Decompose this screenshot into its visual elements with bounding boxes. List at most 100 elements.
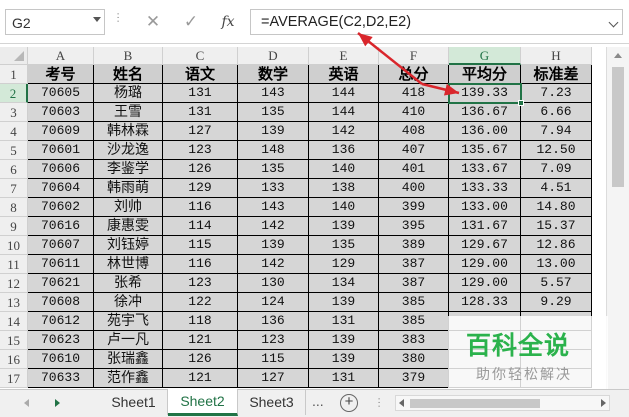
table-cell[interactable]: 128.33 (449, 293, 521, 312)
header-cell[interactable]: 标准差 (521, 65, 592, 84)
table-cell[interactable]: 韩林霖 (94, 122, 163, 141)
table-cell[interactable]: 127 (163, 122, 238, 141)
column-header-c[interactable]: C (163, 47, 238, 65)
table-cell[interactable]: 140 (309, 198, 379, 217)
table-cell[interactable]: 70603 (28, 103, 94, 122)
table-cell[interactable]: 范作鑫 (94, 369, 163, 388)
table-cell[interactable]: 13.00 (521, 255, 592, 274)
table-cell[interactable]: 134 (309, 274, 379, 293)
row-header-13[interactable]: 13 (0, 293, 28, 312)
fill-handle[interactable] (518, 100, 524, 106)
table-cell[interactable]: 70633 (28, 369, 94, 388)
table-cell[interactable]: 70607 (28, 236, 94, 255)
expand-formula-bar-icon[interactable] (608, 17, 619, 28)
tab-sheet1[interactable]: Sheet1 (100, 390, 168, 415)
table-cell[interactable]: 15.37 (521, 217, 592, 236)
table-cell[interactable]: 131 (309, 369, 379, 388)
column-header-a[interactable]: A (28, 47, 94, 65)
header-cell[interactable]: 姓名 (94, 65, 163, 84)
table-cell[interactable]: 4.51 (521, 179, 592, 198)
table-cell[interactable]: 刘钰婷 (94, 236, 163, 255)
row-header-8[interactable]: 8 (0, 198, 28, 217)
column-header-f[interactable]: F (379, 47, 449, 65)
more-sheets-button[interactable]: ... (312, 393, 324, 409)
name-box[interactable]: G2 (5, 9, 105, 35)
table-cell[interactable]: 70610 (28, 350, 94, 369)
table-cell[interactable]: 131.67 (449, 217, 521, 236)
table-cell[interactable]: 383 (379, 331, 449, 350)
table-cell[interactable]: 133.67 (449, 160, 521, 179)
table-cell[interactable]: 142 (238, 255, 309, 274)
table-cell[interactable]: 143 (238, 198, 309, 217)
table-cell[interactable]: 林世博 (94, 255, 163, 274)
table-cell[interactable]: 410 (379, 103, 449, 122)
add-sheet-icon[interactable]: + (340, 394, 358, 412)
column-header-h[interactable]: H (521, 47, 592, 65)
table-cell[interactable]: 135 (238, 160, 309, 179)
table-cell[interactable]: 131 (163, 103, 238, 122)
table-cell[interactable]: 138 (309, 179, 379, 198)
table-cell[interactable]: 123 (163, 141, 238, 160)
column-header-e[interactable]: E (309, 47, 379, 65)
table-cell[interactable]: 杨璐 (94, 84, 163, 103)
row-header-14[interactable]: 14 (0, 312, 28, 331)
row-header-4[interactable]: 4 (0, 122, 28, 141)
table-cell[interactable]: 70606 (28, 160, 94, 179)
table-cell[interactable]: 118 (163, 312, 238, 331)
horizontal-scrollbar[interactable] (395, 395, 610, 411)
table-cell[interactable]: 139 (238, 236, 309, 255)
drag-handle-icon[interactable]: ··· (112, 12, 124, 23)
table-cell[interactable]: 129.00 (449, 255, 521, 274)
row-header-1[interactable]: 1 (0, 65, 28, 84)
table-cell[interactable]: 135.67 (449, 141, 521, 160)
table-cell[interactable]: 408 (379, 122, 449, 141)
table-cell[interactable]: 126 (163, 160, 238, 179)
table-cell[interactable]: 康惠雯 (94, 217, 163, 236)
header-cell[interactable]: 英语 (309, 65, 379, 84)
tab-splitter-icon[interactable]: ··· (373, 397, 385, 408)
row-header-3[interactable]: 3 (0, 103, 28, 122)
table-cell[interactable]: 144 (309, 84, 379, 103)
table-cell[interactable]: 379 (379, 369, 449, 388)
table-cell[interactable]: 127 (238, 369, 309, 388)
table-cell[interactable]: 李鉴学 (94, 160, 163, 179)
table-cell[interactable]: 140 (309, 160, 379, 179)
table-cell[interactable]: 133 (238, 179, 309, 198)
table-cell[interactable]: 385 (379, 312, 449, 331)
table-cell[interactable]: 387 (379, 274, 449, 293)
table-cell[interactable]: 407 (379, 141, 449, 160)
table-cell[interactable]: 刘帅 (94, 198, 163, 217)
table-cell[interactable]: 张希 (94, 274, 163, 293)
header-cell[interactable]: 语文 (163, 65, 238, 84)
horizontal-scroll-thumb[interactable] (410, 399, 540, 408)
table-cell[interactable]: 121 (163, 331, 238, 350)
table-cell[interactable]: 70604 (28, 179, 94, 198)
table-cell[interactable]: 徐冲 (94, 293, 163, 312)
column-header-d[interactable]: D (238, 47, 309, 65)
scroll-up-icon[interactable] (614, 53, 622, 58)
table-cell[interactable]: 70621 (28, 274, 94, 293)
table-cell[interactable]: 131 (309, 312, 379, 331)
table-cell[interactable]: 142 (238, 217, 309, 236)
table-cell[interactable]: 韩雨萌 (94, 179, 163, 198)
table-cell[interactable]: 389 (379, 236, 449, 255)
table-cell[interactable]: 122 (163, 293, 238, 312)
table-cell[interactable]: 70609 (28, 122, 94, 141)
previous-sheet-icon[interactable] (24, 399, 29, 407)
row-header-5[interactable]: 5 (0, 141, 28, 160)
table-cell[interactable]: 沙龙逸 (94, 141, 163, 160)
table-cell[interactable]: 139.33 (449, 84, 521, 103)
table-cell[interactable]: 135 (238, 103, 309, 122)
table-cell[interactable]: 126 (163, 350, 238, 369)
table-cell[interactable]: 70608 (28, 293, 94, 312)
table-cell[interactable]: 王雪 (94, 103, 163, 122)
table-cell[interactable]: 139 (309, 217, 379, 236)
table-cell[interactable]: 70602 (28, 198, 94, 217)
header-cell[interactable]: 考号 (28, 65, 94, 84)
table-cell[interactable]: 7.09 (521, 160, 592, 179)
table-cell[interactable]: 129 (163, 179, 238, 198)
table-cell[interactable]: 148 (238, 141, 309, 160)
table-cell[interactable]: 124 (238, 293, 309, 312)
table-cell[interactable]: 12.50 (521, 141, 592, 160)
confirm-icon[interactable]: ✓ (178, 8, 204, 36)
